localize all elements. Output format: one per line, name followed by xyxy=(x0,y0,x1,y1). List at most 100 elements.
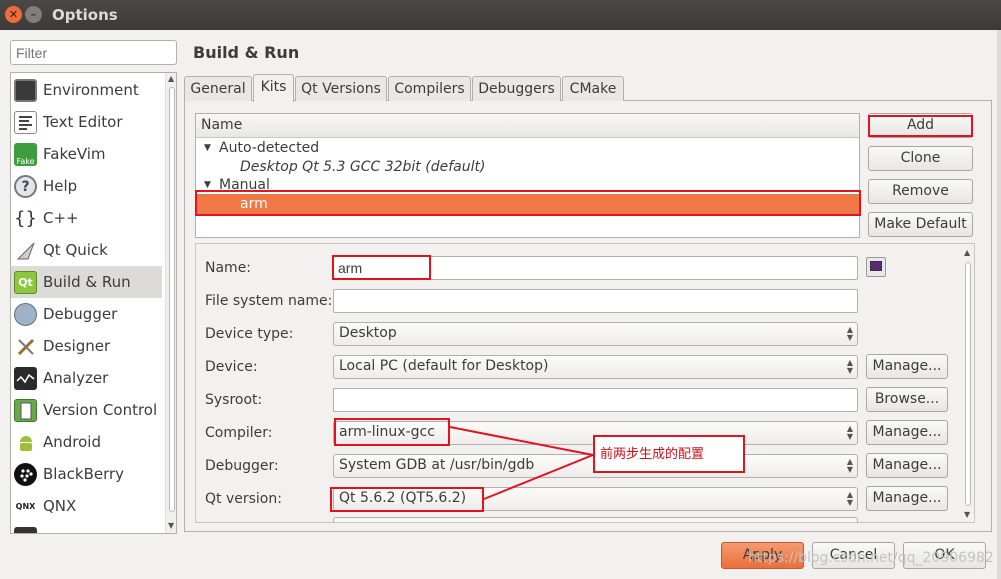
qt-version-label: Qt version: xyxy=(205,491,282,507)
manage-qt-version-button[interactable]: Manage... xyxy=(866,486,948,511)
selected-value: arm-linux-gcc xyxy=(339,424,435,440)
sidebar-item-text-editor[interactable]: Text Editor xyxy=(11,106,162,138)
tab-cmake[interactable]: CMake xyxy=(562,76,624,101)
scroll-down-arrow-icon[interactable]: ▼ xyxy=(168,521,174,530)
qt-logo-icon: Qt xyxy=(14,271,37,294)
tab-kits[interactable]: Kits xyxy=(253,74,294,102)
close-window-button[interactable]: ✕ xyxy=(5,6,22,23)
make-default-button[interactable]: Make Default xyxy=(868,212,973,237)
tab-general[interactable]: General xyxy=(184,76,252,101)
category-scrollbar[interactable]: ▲ ▼ xyxy=(165,73,176,533)
sidebar-item-fakevim[interactable]: Fake FakeVim xyxy=(11,138,162,170)
sysroot-input[interactable] xyxy=(333,388,858,412)
sidebar-item-label: C++ xyxy=(43,209,79,227)
sidebar-item-label: Android xyxy=(43,433,101,451)
sidebar-item-qnx[interactable]: QNX QNX xyxy=(11,490,162,522)
sidebar-item-cpp[interactable]: {} C++ xyxy=(11,202,162,234)
sidebar-item-debugger[interactable]: Debugger xyxy=(11,298,162,330)
watermark-text: https://blog.csdn.net/qq_20906982 xyxy=(748,550,994,566)
version-control-icon xyxy=(14,399,37,422)
scroll-up-arrow-icon[interactable]: ▲ xyxy=(168,74,174,83)
tree-item-arm-kit[interactable]: arm xyxy=(196,194,859,214)
debugger-bug-icon xyxy=(14,303,37,326)
kit-label: Desktop Qt 5.3 GCC 32bit (default) xyxy=(240,159,486,175)
device-type-label: Device type: xyxy=(205,326,294,342)
scrollbar-thumb[interactable] xyxy=(169,87,175,512)
sidebar-item-designer[interactable]: Designer xyxy=(11,330,162,362)
compiler-label: Compiler: xyxy=(205,425,273,441)
next-field-partial[interactable] xyxy=(333,517,858,522)
name-label: Name: xyxy=(205,260,252,276)
tab-qt-versions[interactable]: Qt Versions xyxy=(295,76,387,101)
device-select[interactable]: Local PC (default for Desktop) ▲ ▼ xyxy=(333,355,858,379)
sidebar-item-android[interactable]: Android xyxy=(11,426,162,458)
device-label: Device: xyxy=(205,359,258,375)
manage-device-button[interactable]: Manage... xyxy=(866,354,948,379)
tree-item-desktop-kit[interactable]: Desktop Qt 5.3 GCC 32bit (default) xyxy=(196,157,859,177)
tree-group-auto-detected[interactable]: ▼ Auto-detected xyxy=(196,138,859,158)
device-type-select[interactable]: Desktop ▲ ▼ xyxy=(333,322,858,346)
minimize-window-button[interactable]: – xyxy=(25,6,42,23)
add-kit-button[interactable]: Add xyxy=(868,113,973,138)
manage-debugger-button[interactable]: Manage... xyxy=(866,453,948,478)
column-header-name[interactable]: Name xyxy=(196,114,859,138)
qnx-icon: QNX xyxy=(15,502,36,511)
combo-arrows-icon: ▲ ▼ xyxy=(846,490,853,507)
group-label: Manual xyxy=(219,177,270,192)
combo-arrows-icon: ▲ ▼ xyxy=(846,325,853,342)
sidebar-item-label: Text Editor xyxy=(43,113,123,131)
clone-kit-button[interactable]: Clone xyxy=(868,146,973,171)
sidebar-item-partial[interactable] xyxy=(11,522,162,533)
scroll-up-arrow-icon[interactable]: ▲ xyxy=(964,248,970,257)
sidebar-item-label: FakeVim xyxy=(43,145,106,163)
tree-group-manual[interactable]: ▼ Manual xyxy=(196,176,859,192)
window-edge xyxy=(997,30,1001,579)
help-icon: ? xyxy=(14,175,37,198)
browse-sysroot-button[interactable]: Browse... xyxy=(866,387,948,412)
tab-debuggers[interactable]: Debuggers xyxy=(472,76,561,101)
file-system-name-label: File system name: xyxy=(205,293,333,309)
sidebar-item-label: Version Control xyxy=(43,401,158,419)
sidebar-item-version-control[interactable]: Version Control xyxy=(11,394,162,426)
sidebar-item-environment[interactable]: Environment xyxy=(11,74,162,106)
monitor-icon xyxy=(14,79,37,102)
form-scrollbar[interactable]: ▲ ▼ xyxy=(962,248,974,522)
kit-icon-button[interactable] xyxy=(866,257,886,277)
combo-arrows-icon: ▲ ▼ xyxy=(846,424,853,441)
sidebar-item-blackberry[interactable]: BlackBerry xyxy=(11,458,162,490)
window-title: Options xyxy=(52,6,118,24)
sidebar-item-label: BlackBerry xyxy=(43,465,125,483)
filter-input[interactable] xyxy=(10,40,177,65)
sidebar-item-label: Designer xyxy=(43,337,111,355)
kit-name-input[interactable] xyxy=(333,256,858,280)
selected-value: Local PC (default for Desktop) xyxy=(339,358,549,374)
sidebar-item-build-run[interactable]: Qt Build & Run xyxy=(11,266,162,298)
sidebar-item-label: Help xyxy=(43,177,78,195)
remove-kit-button[interactable]: Remove xyxy=(868,179,973,204)
sidebar-item-analyzer[interactable]: Analyzer xyxy=(11,362,162,394)
expand-arrow-icon[interactable]: ▼ xyxy=(204,176,211,192)
category-list: Environment Text Editor Fake FakeVim ? H… xyxy=(10,72,177,534)
sidebar-item-help[interactable]: ? Help xyxy=(11,170,162,202)
scrollbar-thumb[interactable] xyxy=(965,262,971,506)
group-label: Auto-detected xyxy=(219,140,320,156)
text-editor-icon xyxy=(14,111,37,134)
expand-arrow-icon[interactable]: ▼ xyxy=(204,138,211,158)
kit-details-form xyxy=(195,243,975,523)
manage-compiler-button[interactable]: Manage... xyxy=(866,420,948,445)
kit-label: arm xyxy=(240,196,268,212)
designer-tools-icon xyxy=(14,335,37,358)
scroll-down-arrow-icon[interactable]: ▼ xyxy=(964,510,970,519)
sidebar-item-label: Build & Run xyxy=(43,273,131,291)
annotation-note: 前两步生成的配置 xyxy=(593,435,745,473)
file-system-name-input[interactable] xyxy=(333,289,858,313)
sidebar-item-label: Qt Quick xyxy=(43,241,108,259)
sidebar-item-label: Debugger xyxy=(43,305,118,323)
sidebar-item-label: Analyzer xyxy=(43,369,109,387)
qt-version-select[interactable]: Qt 5.6.2 (QT5.6.2) ▲ ▼ xyxy=(333,487,858,511)
tab-compilers[interactable]: Compilers xyxy=(388,76,471,101)
partial-item-icon xyxy=(14,527,37,533)
sidebar-item-label: Environment xyxy=(43,81,139,99)
android-icon xyxy=(14,431,37,454)
sidebar-item-qt-quick[interactable]: Qt Quick xyxy=(11,234,162,266)
